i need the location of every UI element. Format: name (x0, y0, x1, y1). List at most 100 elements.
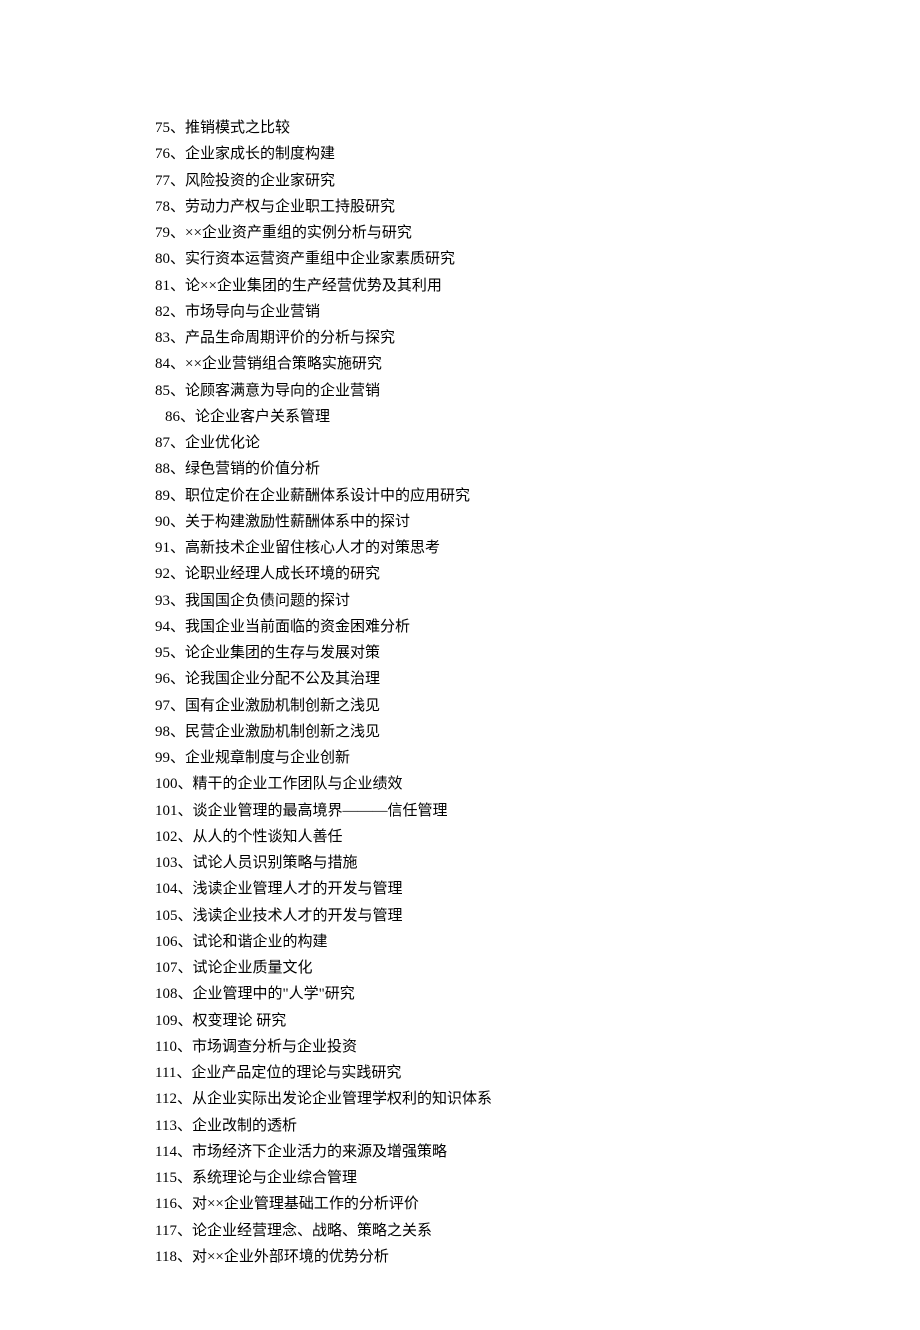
item-number: 118 (155, 1249, 177, 1265)
item-separator: 、 (177, 1249, 192, 1265)
list-item: 103、试论人员识别策略与措施 (155, 850, 860, 876)
item-text: 权变理论 研究 (193, 1013, 287, 1029)
item-separator: 、 (170, 225, 185, 241)
list-item: 86、论企业客户关系管理 (165, 404, 860, 430)
item-number: 84 (155, 356, 170, 372)
item-text: 国有企业激励机制创新之浅见 (185, 698, 380, 714)
list-item: 88、绿色营销的价值分析 (155, 456, 860, 482)
item-text: 论顾客满意为导向的企业营销 (185, 383, 380, 399)
item-separator: 、 (170, 356, 185, 372)
item-text: 企业规章制度与企业创新 (185, 750, 350, 766)
item-number: 106 (155, 934, 178, 950)
item-separator: 、 (170, 593, 185, 609)
item-separator: 、 (170, 461, 185, 477)
list-item: 90、关于构建激励性薪酬体系中的探讨 (155, 509, 860, 535)
list-item: 106、试论和谐企业的构建 (155, 929, 860, 955)
item-text: 企业优化论 (185, 435, 260, 451)
item-number: 109 (155, 1013, 178, 1029)
item-number: 96 (155, 671, 170, 687)
item-separator: 、 (177, 1196, 192, 1212)
list-item: 109、权变理论 研究 (155, 1008, 860, 1034)
item-separator: 、 (178, 776, 193, 792)
item-separator: 、 (170, 304, 185, 320)
item-number: 100 (155, 776, 178, 792)
list-item: 81、论××企业集团的生产经营优势及其利用 (155, 273, 860, 299)
item-text: 精干的企业工作团队与企业绩效 (193, 776, 403, 792)
list-item: 113、企业改制的透析 (155, 1113, 860, 1139)
item-number: 89 (155, 488, 170, 504)
item-separator: 、 (177, 1039, 192, 1055)
list-item: 96、论我国企业分配不公及其治理 (155, 666, 860, 692)
item-separator: 、 (178, 986, 193, 1002)
item-number: 86 (165, 409, 180, 425)
item-number: 76 (155, 146, 170, 162)
list-item: 111、企业产品定位的理论与实践研究 (155, 1060, 860, 1086)
item-number: 85 (155, 383, 170, 399)
item-text: 产品生命周期评价的分析与探究 (185, 330, 395, 346)
list-item: 87、企业优化论 (155, 430, 860, 456)
list-item: 110、市场调查分析与企业投资 (155, 1034, 860, 1060)
item-separator: 、 (177, 1144, 192, 1160)
item-text: 实行资本运营资产重组中企业家素质研究 (185, 251, 455, 267)
item-separator: 、 (170, 724, 185, 740)
item-text: 风险投资的企业家研究 (185, 173, 335, 189)
item-number: 116 (155, 1196, 177, 1212)
item-number: 99 (155, 750, 170, 766)
item-text: 论企业客户关系管理 (195, 409, 330, 425)
item-number: 93 (155, 593, 170, 609)
item-separator: 、 (170, 619, 185, 635)
item-text: 企业管理中的"人学"研究 (193, 986, 355, 1002)
item-number: 77 (155, 173, 170, 189)
list-item: 107、试论企业质量文化 (155, 955, 860, 981)
item-text: 试论企业质量文化 (193, 960, 313, 976)
item-text: 论企业集团的生存与发展对策 (185, 645, 380, 661)
item-separator: 、 (177, 1118, 192, 1134)
item-number: 78 (155, 199, 170, 215)
list-item: 91、高新技术企业留住核心人才的对策思考 (155, 535, 860, 561)
item-separator: 、 (178, 829, 193, 845)
item-number: 113 (155, 1118, 177, 1134)
item-text: 试论和谐企业的构建 (193, 934, 328, 950)
item-separator: 、 (178, 803, 193, 819)
item-separator: 、 (170, 330, 185, 346)
item-number: 97 (155, 698, 170, 714)
item-number: 87 (155, 435, 170, 451)
item-separator: 、 (178, 934, 193, 950)
list-item: 112、从企业实际出发论企业管理学权利的知识体系 (155, 1086, 860, 1112)
item-text: 劳动力产权与企业职工持股研究 (185, 199, 395, 215)
item-number: 88 (155, 461, 170, 477)
list-item: 115、系统理论与企业综合管理 (155, 1165, 860, 1191)
list-item: 76、企业家成长的制度构建 (155, 141, 860, 167)
list-item: 79、××企业资产重组的实例分析与研究 (155, 220, 860, 246)
item-separator: 、 (177, 1170, 192, 1186)
item-separator: 、 (170, 566, 185, 582)
list-item: 83、产品生命周期评价的分析与探究 (155, 325, 860, 351)
list-item: 75、推销模式之比较 (155, 115, 860, 141)
item-separator: 、 (170, 698, 185, 714)
item-text: 高新技术企业留住核心人才的对策思考 (185, 540, 440, 556)
list-item: 99、企业规章制度与企业创新 (155, 745, 860, 771)
item-text: 系统理论与企业综合管理 (192, 1170, 357, 1186)
list-item: 108、企业管理中的"人学"研究 (155, 981, 860, 1007)
item-text: 我国企业当前面临的资金困难分析 (185, 619, 410, 635)
item-separator: 、 (170, 173, 185, 189)
list-item: 97、国有企业激励机制创新之浅见 (155, 693, 860, 719)
item-separator: 、 (177, 1091, 192, 1107)
item-text: 浅读企业管理人才的开发与管理 (193, 881, 403, 897)
item-text: 市场调查分析与企业投资 (192, 1039, 357, 1055)
item-number: 82 (155, 304, 170, 320)
item-number: 110 (155, 1039, 177, 1055)
item-number: 90 (155, 514, 170, 530)
item-number: 114 (155, 1144, 177, 1160)
item-text: 市场经济下企业活力的来源及增强策略 (192, 1144, 447, 1160)
item-separator: 、 (177, 1223, 192, 1239)
item-text: 对××企业外部环境的优势分析 (192, 1249, 389, 1265)
item-number: 103 (155, 855, 178, 871)
item-number: 91 (155, 540, 170, 556)
item-text: 论企业经营理念、战略、策略之关系 (192, 1223, 432, 1239)
item-number: 105 (155, 908, 178, 924)
item-text: 企业家成长的制度构建 (185, 146, 335, 162)
item-number: 104 (155, 881, 178, 897)
list-item: 84、××企业营销组合策略实施研究 (155, 351, 860, 377)
item-separator: 、 (180, 409, 195, 425)
